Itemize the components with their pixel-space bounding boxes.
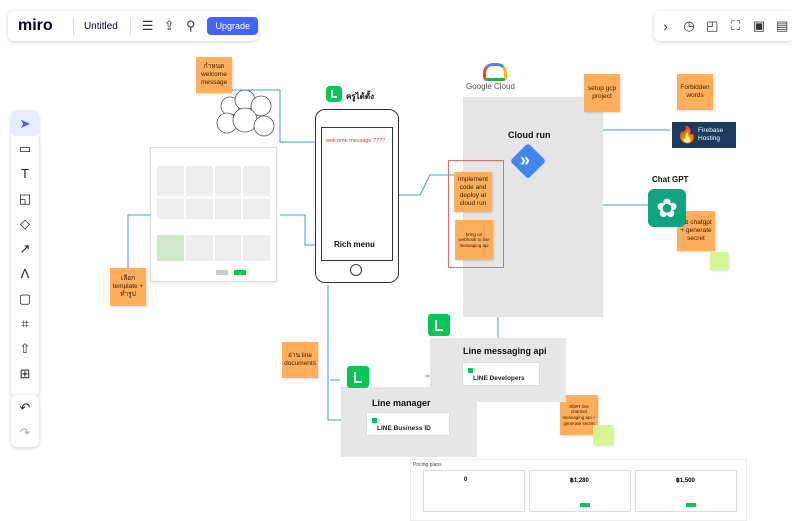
line-small-icon	[468, 368, 473, 373]
line-business-card[interactable]: LINE Business ID	[366, 412, 450, 436]
pricing-price: ฿1,280	[570, 478, 589, 484]
sticky-green-2[interactable]	[593, 425, 613, 445]
sticky-setup-gcp[interactable]: setup gcp project	[584, 74, 620, 112]
rich-menu-label: Rich menu	[334, 240, 375, 249]
pricing-select-button[interactable]	[580, 503, 590, 507]
line-developers-label: LINE Developers	[473, 375, 525, 382]
line-messaging-label: Line messaging api	[463, 346, 547, 356]
sticky-green-1[interactable]	[710, 252, 728, 270]
phone-brand-label: ครูได้ตั้ง	[346, 92, 374, 101]
chat-gpt-label: Chat GPT	[652, 175, 689, 184]
sticky-line-doc[interactable]: อ่าน line documents	[282, 342, 318, 378]
template-preview[interactable]	[150, 147, 277, 282]
pricing-price: ฿1,500	[676, 478, 695, 484]
phone-welcome-text: welcome message ????	[326, 138, 386, 144]
pricing-card: ฿1,500	[635, 470, 737, 512]
pricing-card: 0	[423, 470, 525, 512]
cloud-run-chevron-icon: »	[520, 150, 531, 170]
firebase-label: Firebase Hosting	[698, 127, 724, 142]
line-icon	[428, 314, 450, 336]
pricing-preview[interactable]: Pricing plans 0 ฿1,280 ฿1,500	[410, 459, 747, 521]
sticky-implement[interactable]: implement code and deploy at cloud run	[454, 172, 492, 212]
pricing-price: 0	[464, 477, 468, 483]
firebase-card[interactable]: 🔥 Firebase Hosting	[672, 122, 736, 148]
line-logo-icon	[326, 86, 342, 102]
sticky-template[interactable]: เลือก template + ทำรูป	[110, 268, 146, 306]
line-manager-label: Line manager	[372, 398, 431, 408]
sticky-bring-webhook[interactable]: bring url webhook to line messaging api	[455, 220, 493, 260]
line-business-label: LINE Business ID	[377, 425, 431, 432]
line-developers-card[interactable]: LINE Developers	[462, 362, 540, 386]
line-icon	[347, 366, 369, 388]
pricing-card: ฿1,280	[529, 470, 631, 512]
cloud-run-label: Cloud run	[508, 130, 551, 140]
phone-mockup[interactable]	[315, 109, 399, 283]
pricing-select-button[interactable]	[686, 503, 696, 507]
pricing-title: Pricing plans	[413, 462, 442, 468]
sticky-forbidden[interactable]: Forbidden words	[677, 74, 713, 110]
line-small-icon	[372, 418, 377, 423]
firebase-flame-icon: 🔥	[677, 127, 697, 144]
openai-logo-icon: ✿	[648, 189, 686, 227]
google-cloud-icon	[483, 63, 507, 81]
bubble-cluster[interactable]	[212, 88, 282, 140]
google-cloud-label: Google Cloud	[466, 82, 515, 91]
